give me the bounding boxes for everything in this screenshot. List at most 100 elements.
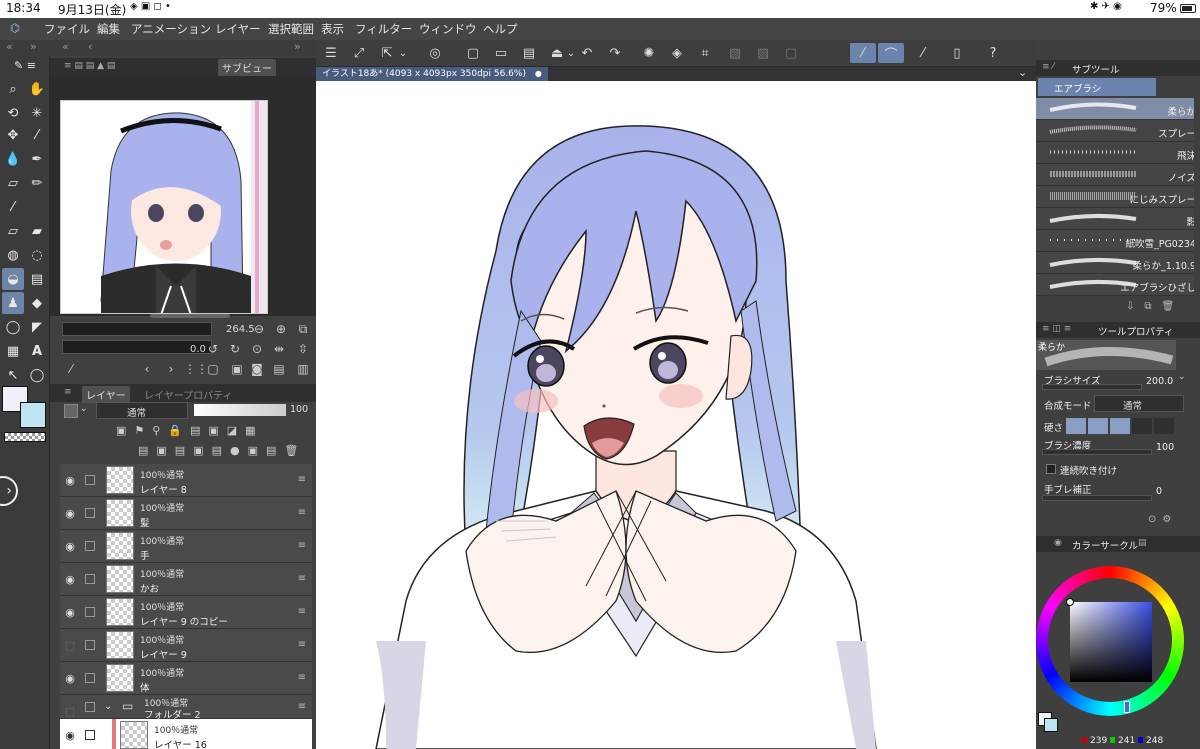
eye-hidden-icon[interactable]: □ <box>63 705 77 718</box>
hand-tool-icon[interactable]: ✋ <box>26 78 48 100</box>
fill-tool-icon[interactable]: ♟ <box>2 292 24 314</box>
collapse-left-icon-2[interactable]: « <box>62 40 69 53</box>
layer-color-chip[interactable] <box>64 404 78 418</box>
menu-animation[interactable]: アニメーション <box>131 21 211 37</box>
figure-tool-icon[interactable]: ◤ <box>26 316 48 338</box>
collapse-left-icon[interactable]: « <box>6 40 13 53</box>
panel-menu-icon-4[interactable]: ≡ ◫ ≡ <box>1042 324 1071 334</box>
save-icon[interactable]: ▤ <box>518 43 540 63</box>
layer-check[interactable] <box>85 673 95 683</box>
pencil-tool-icon[interactable]: ✏ <box>26 172 48 194</box>
layer-row[interactable]: ◉ 100％通常 レイヤー 8 ≡ <box>60 464 312 497</box>
blend-tool-icon[interactable]: 💧 <box>2 148 24 170</box>
preview-scroll-handle[interactable] <box>150 314 230 318</box>
pen-tool-icon[interactable]: ✒ <box>26 148 48 170</box>
reset-rotate-icon[interactable]: ⊙ <box>250 342 264 356</box>
brush-item[interactable]: 柔らか_1.10.9 <box>1036 252 1194 274</box>
prev-icon[interactable]: ‹ <box>140 362 154 376</box>
panel-menu-icon[interactable]: ≡ ▤ ▤ ▲ ▤ <box>64 61 115 71</box>
navigator-preview[interactable] <box>60 100 268 314</box>
tab-subtool[interactable]: サブツール <box>1072 62 1120 76</box>
subtool-actions[interactable]: ⇩⧉🗑 <box>1126 301 1184 312</box>
hardness-step[interactable] <box>1066 418 1086 434</box>
layer-check[interactable] <box>85 702 95 712</box>
layer-check[interactable] <box>85 607 95 617</box>
frame-icon[interactable]: ▢ <box>206 362 220 376</box>
opacity-slider[interactable] <box>194 404 286 416</box>
layer-row[interactable]: ◉ 100％通常 手 ≡ <box>60 530 312 563</box>
tab-tool-property[interactable]: ツールプロパティ <box>1098 324 1173 338</box>
settings-icon[interactable]: ◎ <box>424 43 446 63</box>
sub-color-swatch[interactable] <box>20 402 46 428</box>
sub-color-chip[interactable] <box>1044 718 1058 732</box>
device-icon[interactable]: ▯ <box>946 43 968 63</box>
layer-lock-toolbar[interactable]: ▣⚑⚲🔒▤▣◪▦ <box>64 424 314 440</box>
chevron-down-icon-3[interactable]: ⌄ <box>1018 66 1027 79</box>
color-square[interactable] <box>1070 602 1152 682</box>
frame-tool-icon[interactable]: ▦ <box>2 340 24 362</box>
tab-layer[interactable]: レイヤー <box>82 386 130 403</box>
brush-item[interactable]: ノイズ <box>1036 164 1194 186</box>
brush-item[interactable]: 飛沫 <box>1036 142 1194 164</box>
tab-subview[interactable]: サブビュー <box>218 59 276 76</box>
panel-menu-icon-3[interactable]: ≡ ⁄ <box>1042 62 1054 72</box>
expand-right-icon[interactable]: » <box>30 40 37 53</box>
flip-vertical-icon[interactable]: ⇳ <box>296 342 310 356</box>
blend-mode-select[interactable]: 通常 <box>96 402 188 419</box>
eye-icon[interactable]: ◉ <box>63 729 77 742</box>
subtool-group-tab[interactable]: エアブラシ <box>1038 78 1156 96</box>
close-icon[interactable]: ● <box>535 69 542 78</box>
lasso-tool-icon[interactable]: ◯ <box>2 316 24 338</box>
eraser-tool-icon-2[interactable]: ▱ <box>2 220 24 242</box>
layer-row-selected[interactable]: ◉ 100％通常 レイヤー 16 <box>60 719 312 749</box>
eye-icon[interactable]: ◉ <box>63 672 77 685</box>
hardness-step[interactable] <box>1154 418 1174 434</box>
brush-item-selected[interactable]: 柔らか <box>1036 98 1194 120</box>
fill-icon[interactable]: ◈ <box>666 43 688 63</box>
layer-check[interactable] <box>85 541 95 551</box>
brush-item[interactable]: 影 <box>1036 208 1194 230</box>
layer-menu-icon[interactable]: ≡ <box>298 540 306 551</box>
clear-icon[interactable]: ▢ <box>780 43 802 63</box>
menu-layer[interactable]: レイヤー <box>215 21 261 37</box>
hardness-step[interactable] <box>1088 418 1108 434</box>
menu-view[interactable]: 表示 <box>321 21 344 37</box>
brush-size-stepper[interactable]: ⌄ <box>1178 372 1186 382</box>
drawing-canvas[interactable] <box>316 81 1036 749</box>
eyedropper-icon-2[interactable]: ⁄ <box>64 362 78 376</box>
zoom-out-icon[interactable]: ⊖ <box>252 322 266 336</box>
layer-check[interactable] <box>85 730 95 740</box>
brush-tool-icon[interactable]: ⁄ <box>2 196 24 218</box>
layer-row[interactable]: □ 100％通常 レイヤー 9 ≡ <box>60 629 312 662</box>
tool-property-actions[interactable]: ⊙⚙ <box>1148 514 1177 525</box>
share-icon[interactable]: ⇱ <box>376 43 398 63</box>
paint-bucket-icon[interactable]: ◆ <box>26 292 48 314</box>
layer-check[interactable] <box>85 475 95 485</box>
undo-icon[interactable]: ↶ <box>570 43 593 63</box>
zoom-slider[interactable] <box>62 322 212 336</box>
folder-row[interactable]: □ ⌄ ▭ 100％通常 フォルダー 2 ≡ <box>60 695 312 721</box>
layer-menu-icon[interactable]: ≡ <box>298 507 306 518</box>
zoom-in-icon[interactable]: ⊕ <box>274 322 288 336</box>
document-tab[interactable]: イラスト18あ* (4093 x 4093px 350dpi 56.6%) ● <box>316 67 548 81</box>
menu-selection[interactable]: 選択範囲 <box>268 21 314 37</box>
snap-icon[interactable]: ⁄ <box>912 43 934 63</box>
stroke-icon[interactable]: ⌒ <box>878 43 904 63</box>
color-wheel[interactable] <box>1036 566 1184 716</box>
ruler-tool-icon[interactable]: ◯ <box>26 364 48 386</box>
lasso-fill-icon[interactable]: ◌ <box>26 244 48 266</box>
rotate-left-icon[interactable]: ↺ <box>206 342 220 356</box>
tab-color-circle[interactable]: カラーサークル <box>1072 538 1138 552</box>
next-icon[interactable]: › <box>164 362 178 376</box>
layer-row[interactable]: ◉ 100％通常 レイヤー 9 のコピー ≡ <box>60 596 312 629</box>
menu-filter[interactable]: フィルター <box>355 21 412 37</box>
grid-icon[interactable]: ⋮⋮ <box>184 362 208 376</box>
hardness-step[interactable] <box>1110 418 1130 434</box>
deselect-icon[interactable]: ▨ <box>724 43 746 63</box>
tab-layer-property[interactable]: レイヤープロパティ <box>140 386 237 403</box>
text-tool-icon[interactable]: A <box>26 340 48 362</box>
brush-size-slider[interactable] <box>1042 384 1142 390</box>
app-logo-icon[interactable]: ⌬ <box>10 21 20 35</box>
density-slider[interactable] <box>1042 449 1152 455</box>
operation-tool-icon[interactable]: ↖ <box>2 364 24 386</box>
